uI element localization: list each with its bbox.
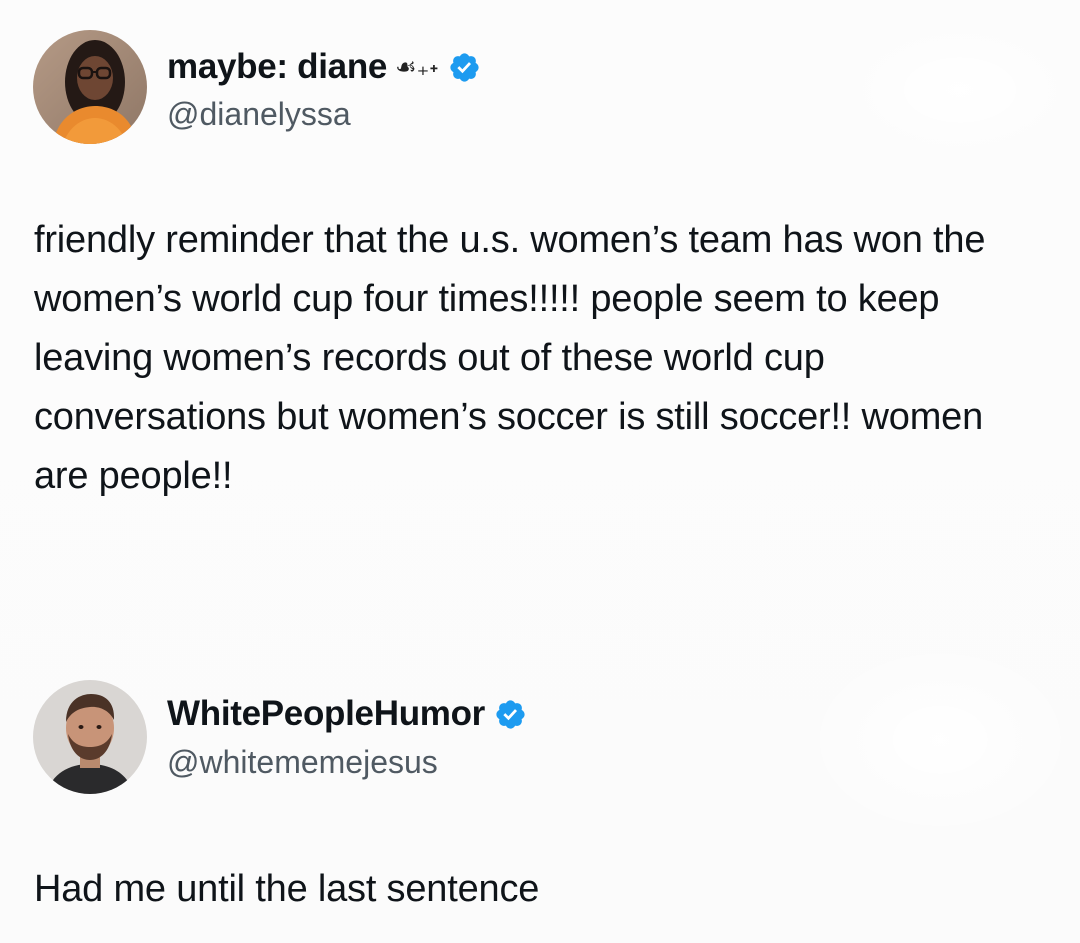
tweet: maybe: diane ☙₊˖ @dianelyssa friendly re…	[0, 30, 1080, 520]
avatar-photo-man	[33, 680, 147, 794]
display-name[interactable]: maybe: diane	[167, 47, 387, 87]
user-handle[interactable]: @whitememejesus	[167, 744, 438, 781]
tweet-text: Had me until the last sentence	[34, 868, 540, 910]
avatar[interactable]	[33, 30, 147, 144]
avatar-photo-woman	[33, 30, 147, 144]
screenshot-canvas: maybe: diane ☙₊˖ @dianelyssa friendly re…	[0, 0, 1080, 943]
display-name[interactable]: WhitePeopleHumor	[167, 694, 485, 734]
verified-badge-icon	[448, 51, 481, 84]
avatar[interactable]	[33, 680, 147, 794]
name-decoration: ☙₊˖	[395, 53, 439, 81]
name-row: WhitePeopleHumor	[167, 694, 527, 734]
name-row: maybe: diane ☙₊˖	[167, 47, 481, 87]
tweet: WhitePeopleHumor @whitememejesus Had me …	[0, 678, 1080, 928]
tweet-text: friendly reminder that the u.s. women’s …	[34, 219, 986, 497]
verified-badge-icon	[494, 698, 527, 731]
user-handle[interactable]: @dianelyssa	[167, 96, 351, 133]
